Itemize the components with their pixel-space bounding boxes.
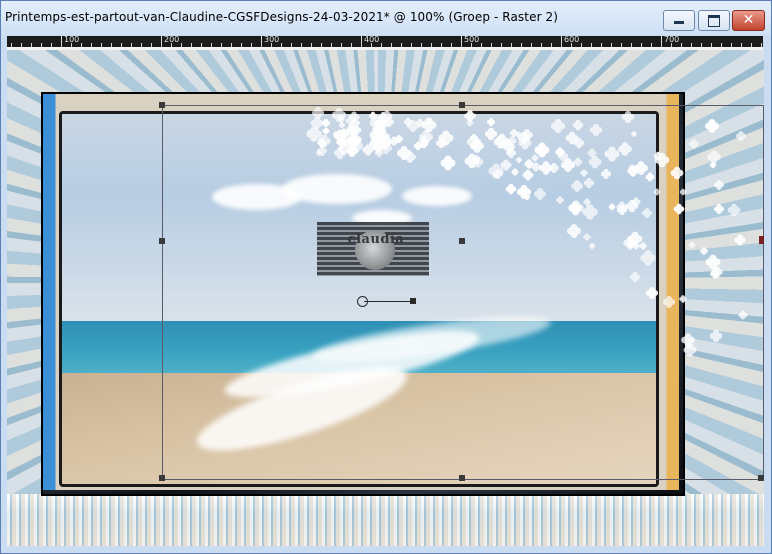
resize-handle-top-middle[interactable] [459,102,465,108]
app-window: Printemps-est-partout-van-Claudine-CGSFD… [0,0,772,554]
horizontal-ruler: 100 200 300 400 500 600 700 [7,36,763,47]
edge-marker [759,236,764,244]
minimize-button[interactable] [663,10,695,31]
resize-handle-top-left[interactable] [159,102,165,108]
resize-handle-bottom-right[interactable] [758,475,764,481]
layer-bounding-box[interactable] [162,105,764,480]
minimize-icon [674,21,684,24]
rotation-handle[interactable] [410,298,416,304]
maximize-button[interactable] [698,10,730,31]
resize-handle-center[interactable] [459,238,465,244]
window-title: Printemps-est-partout-van-Claudine-CGSFD… [5,10,559,24]
resize-handle-bottom-middle[interactable] [459,475,465,481]
close-button[interactable]: ✕ [732,10,765,31]
image-canvas[interactable]: claudia [7,50,764,546]
title-bar[interactable]: Printemps-est-partout-van-Claudine-CGSFD… [1,1,771,35]
resize-handle-middle-left[interactable] [159,238,165,244]
close-icon: ✕ [742,12,755,28]
maximize-icon [708,15,720,27]
rotation-arm [364,301,414,302]
resize-handle-bottom-left[interactable] [159,475,165,481]
canvas-floor-pattern [7,494,764,546]
